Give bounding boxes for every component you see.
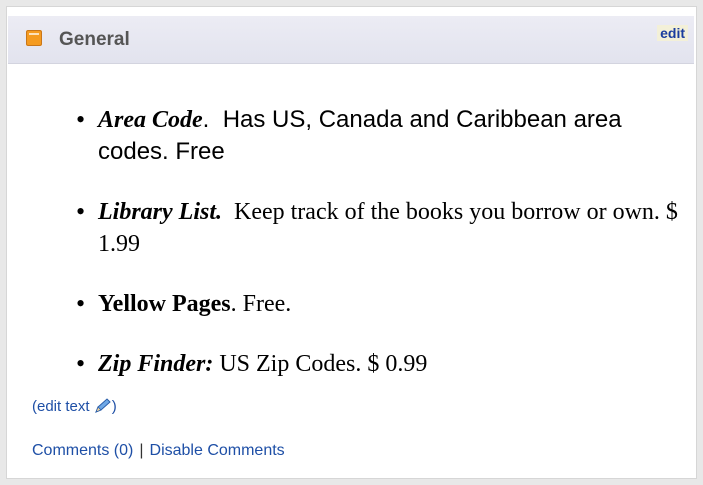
widget-header: General edit (8, 16, 694, 64)
item-name-suffix: . (202, 106, 210, 133)
edit-text-open: (edit text (32, 398, 94, 415)
widget-title: General (59, 29, 130, 50)
item-name-suffix: . (230, 291, 237, 317)
item-name: Yellow Pages (98, 291, 231, 317)
list-item: • Area Code. Has US, Canada and Caribbea… (76, 104, 678, 168)
bullet: • (76, 197, 86, 226)
bullet: • (76, 349, 86, 378)
app-list: • Area Code. Has US, Canada and Caribbea… (76, 104, 678, 380)
item-name: Zip Finder: (98, 351, 214, 377)
list-item: • Yellow Pages. Free. (76, 288, 678, 320)
comments-bar: Comments (0) | Disable Comments (32, 442, 285, 460)
list-item: • Library List. Keep track of the books … (76, 196, 678, 260)
feed-icon (26, 30, 42, 46)
edit-button[interactable]: edit (657, 25, 688, 41)
disable-comments-link[interactable]: Disable Comments (150, 442, 285, 459)
list-item: • Zip Finder: US Zip Codes. $ 0.99 (76, 348, 678, 380)
item-name: Library List. (98, 199, 222, 225)
edit-text-close: ) (111, 398, 117, 415)
item-description: US Zip Codes. $ 0.99 (219, 351, 428, 377)
bullet: • (76, 105, 86, 134)
pencil-icon (94, 398, 112, 418)
item-name: Area Code (98, 107, 203, 133)
separator: | (139, 442, 144, 459)
bullet: • (76, 289, 86, 318)
comments-link[interactable]: Comments (0) (32, 442, 133, 459)
item-description: Free. (242, 291, 292, 317)
edit-text-link[interactable]: (edit text ) (32, 398, 117, 418)
